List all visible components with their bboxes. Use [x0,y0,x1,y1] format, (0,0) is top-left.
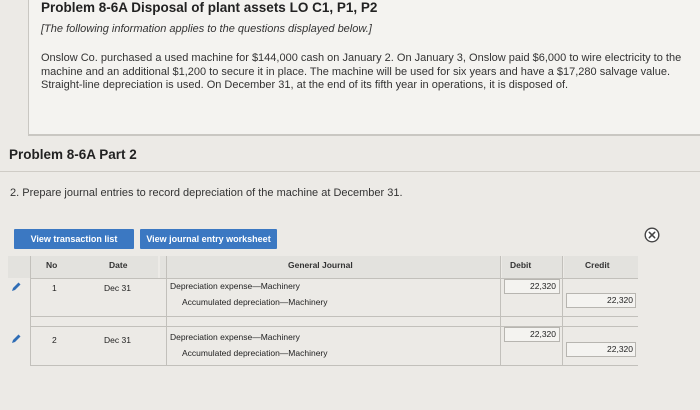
header-debit: Debit [510,260,532,270]
problem-title: Problem 8-6A Disposal of plant assets LO… [41,0,378,15]
divider [0,171,700,172]
header-no: No [46,260,58,270]
header-credit: Credit [585,260,610,270]
debit-amount: 22,320 [530,281,556,291]
entry-date: Dec 31 [104,283,131,293]
debit-account[interactable]: Depreciation expense—Machinery [170,332,300,342]
column-divider [30,256,31,366]
row-divider [30,365,638,366]
credit-amount: 22,320 [607,295,633,305]
credit-input[interactable]: 22,320 [566,342,636,357]
header-date: Date [109,260,128,270]
debit-input[interactable]: 22,320 [504,279,560,294]
credit-account[interactable]: Accumulated depreciation—Machinery [182,297,328,307]
entry-number: 1 [52,283,57,293]
pencil-icon[interactable] [10,281,22,293]
view-journal-entry-worksheet-button[interactable]: View journal entry worksheet [140,229,277,249]
credit-account[interactable]: Accumulated depreciation—Machinery [182,348,328,358]
problem-note: [The following information applies to th… [41,23,372,35]
debit-amount: 22,320 [530,329,556,339]
column-divider [166,256,167,366]
column-divider [500,256,501,366]
journal-table: No Date General Journal Debit Credit 1 D… [8,256,638,366]
problem-text: Onslow Co. purchased a used machine for … [41,52,682,91]
debit-account[interactable]: Depreciation expense—Machinery [170,281,300,291]
part-title: Problem 8-6A Part 2 [9,147,137,162]
debit-input[interactable]: 22,320 [504,327,560,342]
credit-amount: 22,320 [607,344,633,354]
close-circle-icon[interactable] [644,227,660,243]
column-divider [562,256,563,366]
header-general-journal: General Journal [288,260,353,270]
entry-number: 2 [52,335,57,345]
row-divider [30,316,638,317]
credit-input[interactable]: 22,320 [566,293,636,308]
problem-statement: Problem 8-6A Disposal of plant assets LO… [28,0,700,136]
question-text: 2. Prepare journal entries to record dep… [10,187,403,199]
entry-date: Dec 31 [104,335,131,345]
pencil-icon[interactable] [10,333,22,345]
view-transaction-list-button[interactable]: View transaction list [14,229,134,249]
